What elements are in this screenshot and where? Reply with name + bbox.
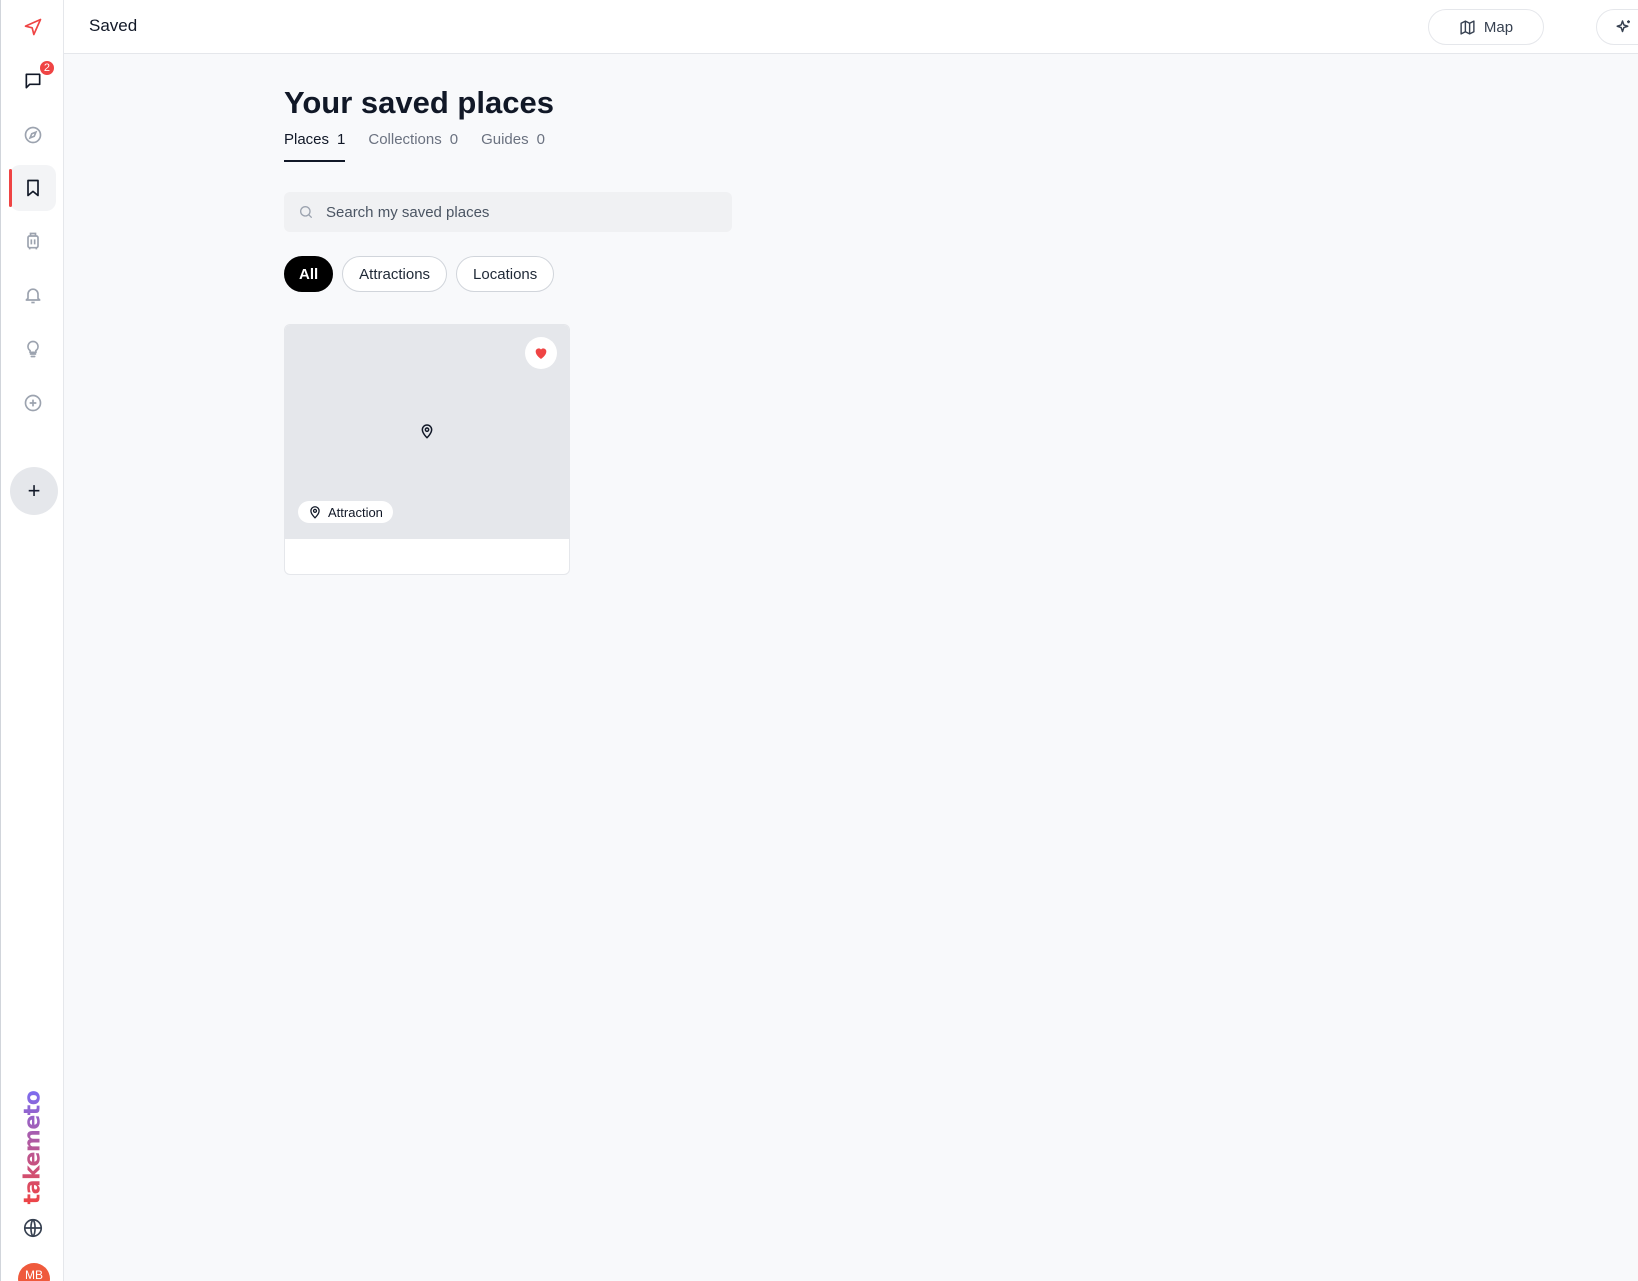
send-icon	[24, 18, 42, 36]
filter-locations[interactable]: Locations	[456, 256, 555, 292]
sidebar-item-saved[interactable]	[9, 165, 56, 211]
luggage-icon	[27, 232, 39, 250]
filter-attractions[interactable]: Attractions	[342, 256, 448, 292]
unsave-button[interactable]	[525, 337, 557, 369]
tab-label: Guides	[481, 131, 529, 148]
avatar-initials: MB	[25, 1268, 43, 1281]
saved-tabs: Places 1 Collections 0 Guides 0	[284, 131, 545, 162]
page-title: Your saved places	[284, 85, 554, 120]
sidebar-item-send[interactable]	[10, 4, 56, 50]
sidebar-item-notifications[interactable]	[10, 272, 56, 318]
app-root: 2 + takemeto MB Saved Map Your saved pla…	[0, 0, 1638, 1281]
search-icon	[300, 206, 312, 218]
new-item-button[interactable]: +	[10, 467, 58, 515]
filter-all[interactable]: All	[284, 256, 334, 292]
tab-collections[interactable]: Collections 0	[368, 131, 458, 162]
messages-badge: 2	[37, 59, 56, 77]
bell-icon	[25, 288, 41, 304]
filter-chips: All Attractions Locations	[284, 256, 555, 292]
brand-logo-text: takemeto	[20, 1090, 46, 1205]
page-header-title: Saved	[89, 16, 138, 35]
tab-count: 1	[337, 131, 346, 148]
search-input[interactable]	[326, 203, 706, 221]
sparkles-icon	[1616, 20, 1630, 33]
tab-label: Collections	[368, 131, 442, 148]
map-icon	[1460, 19, 1475, 35]
tab-count: 0	[536, 131, 545, 148]
tab-count: 0	[449, 131, 459, 148]
sidebar-item-ideas[interactable]	[10, 326, 56, 372]
lightbulb-icon	[27, 340, 39, 358]
bookmark-icon	[27, 179, 39, 197]
tab-guides[interactable]: Guides 0	[481, 131, 545, 162]
place-card-image: Attraction	[285, 325, 569, 539]
plus-circle-icon	[24, 394, 42, 412]
sidebar: 2 + takemeto MB	[0, 0, 64, 1281]
ai-assistant-button[interactable]	[1596, 9, 1638, 45]
map-button-label: Map	[1483, 18, 1514, 36]
brand-logo: takemeto	[20, 1090, 46, 1205]
place-type-tag: Attraction	[298, 501, 393, 523]
compass-icon	[24, 126, 42, 144]
sidebar-item-create[interactable]	[10, 380, 56, 426]
location-pin-icon	[421, 424, 433, 439]
tab-places[interactable]: Places 1	[284, 131, 346, 162]
globe-icon[interactable]	[22, 1217, 44, 1239]
tab-label: Places	[284, 131, 330, 148]
sidebar-item-trips[interactable]	[10, 218, 56, 264]
top-bar: Saved Map	[64, 0, 1638, 54]
search-bar	[284, 192, 732, 232]
sidebar-item-explore[interactable]	[10, 112, 56, 158]
sidebar-item-messages[interactable]: 2	[10, 58, 56, 104]
map-button[interactable]: Map	[1428, 9, 1544, 45]
location-pin-icon	[310, 506, 320, 519]
plus-icon: +	[27, 478, 41, 503]
place-type-label: Attraction	[328, 504, 383, 520]
heart-icon	[535, 348, 547, 359]
place-card[interactable]: Attraction	[284, 324, 570, 575]
user-avatar[interactable]: MB	[18, 1263, 50, 1281]
